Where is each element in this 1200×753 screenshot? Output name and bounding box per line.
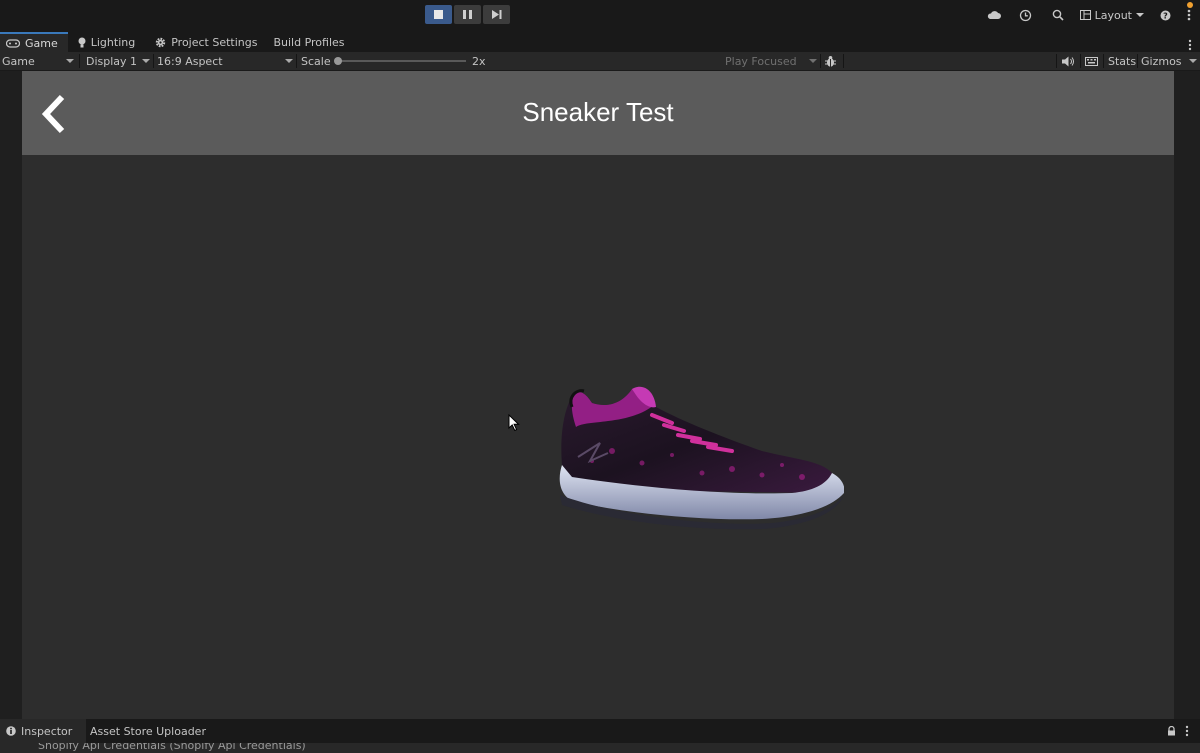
speaker-icon (1062, 56, 1074, 66)
cloud-button[interactable] (978, 5, 1010, 25)
layout-icon (1079, 10, 1091, 20)
tab-lighting-label: Lighting (90, 35, 136, 49)
mouse-cursor-icon (508, 414, 520, 432)
divider (1080, 54, 1081, 68)
divider (843, 54, 844, 68)
divider (1137, 54, 1138, 68)
stop-button[interactable] (425, 5, 452, 24)
search-icon (1052, 9, 1064, 21)
scale-value: 2x (472, 54, 486, 68)
lock-icon (1168, 726, 1175, 736)
tab-build-profiles[interactable]: Build Profiles (267, 32, 354, 52)
view-select-value: Game (2, 54, 35, 68)
divider (296, 54, 297, 68)
bulb-icon (78, 37, 86, 47)
stop-icon (434, 10, 443, 19)
tab-inspector[interactable]: Inspector (0, 719, 87, 743)
divider (820, 54, 821, 68)
divider (1056, 54, 1057, 68)
lock-button[interactable] (1167, 719, 1176, 743)
tab-build-profiles-label: Build Profiles (273, 35, 345, 49)
tab-inspector-label: Inspector (21, 724, 73, 738)
tab-project-settings-label: Project Settings (171, 35, 258, 49)
chevron-down-icon (809, 59, 817, 63)
tab-lighting[interactable]: Lighting (68, 32, 145, 52)
top-right-icons: Layout ? (978, 5, 1200, 25)
play-mode-select-value: Play Focused (725, 54, 797, 68)
chevron-down-icon (285, 59, 293, 63)
chevron-down-icon (66, 59, 74, 63)
tab-project-settings[interactable]: Project Settings (145, 32, 267, 52)
bottom-panel: Inspector Asset Store Uploader Shopify A… (0, 719, 1200, 753)
debug-button[interactable] (824, 52, 837, 70)
pause-button[interactable] (454, 5, 481, 24)
tab-asset-store-uploader-label: Asset Store Uploader (90, 724, 206, 738)
divider (1103, 54, 1104, 68)
chevron-down-icon (1189, 59, 1197, 63)
divider (79, 54, 80, 68)
layout-dropdown[interactable]: Layout (1079, 8, 1144, 22)
aspect-select[interactable]: 16:9 Aspect (157, 52, 293, 70)
display-select[interactable]: Display 1 (86, 52, 150, 70)
more-vertical-icon (1185, 725, 1189, 737)
layout-label: Layout (1094, 8, 1132, 22)
gizmos-dropdown[interactable]: Gizmos (1141, 52, 1197, 70)
tab-game-label: Game (25, 36, 58, 50)
inspector-object-title: Shopify Api Credentials (Shopify Api Cre… (38, 743, 306, 752)
chevron-down-icon (1136, 13, 1144, 17)
more-vertical-icon (1188, 39, 1192, 51)
tab-game[interactable]: Game (0, 32, 68, 52)
history-icon (1019, 9, 1032, 21)
history-button[interactable] (1010, 5, 1042, 25)
bug-icon (825, 55, 836, 67)
page-title: Sneaker Test (522, 97, 674, 127)
inspector-header: Shopify Api Credentials (Shopify Api Cre… (0, 743, 1200, 753)
top-toolbar: Layout ? (0, 0, 1200, 32)
app-header: Sneaker Test (22, 71, 1174, 155)
scale-slider-handle[interactable] (334, 57, 342, 65)
notification-dot (1187, 2, 1193, 8)
gizmos-label: Gizmos (1141, 54, 1182, 68)
view-select[interactable]: Game (2, 52, 76, 70)
game-view-toolbar: Game Display 1 16:9 Aspect Scale 2x Play… (0, 52, 1200, 71)
editor-tab-bar: Game Lighting Project Settings Build Pro… (0, 32, 1200, 52)
game-screen[interactable]: Sneaker Test (22, 71, 1174, 719)
stats-button[interactable]: Stats (1108, 52, 1136, 70)
pause-icon (463, 10, 472, 19)
step-icon (491, 10, 501, 19)
svg-text:?: ? (1163, 11, 1168, 20)
help-icon: ? (1160, 10, 1170, 20)
gear-icon (156, 37, 166, 47)
aspect-select-value: 16:9 Aspect (157, 54, 223, 68)
panel-options-button[interactable] (1185, 719, 1189, 743)
info-icon (6, 726, 16, 736)
tab-asset-store-uploader[interactable]: Asset Store Uploader (90, 719, 206, 743)
sneaker-model[interactable] (532, 381, 844, 537)
search-button[interactable] (1042, 5, 1074, 25)
chevron-down-icon (142, 59, 150, 63)
audio-mute-button[interactable] (1062, 52, 1075, 70)
step-button[interactable] (483, 5, 510, 24)
keyboard-icon (1085, 56, 1098, 66)
divider (153, 54, 154, 68)
display-select-value: Display 1 (86, 54, 138, 68)
play-mode-select[interactable]: Play Focused (725, 52, 817, 70)
play-controls (425, 5, 510, 24)
more-vertical-icon (1187, 9, 1191, 21)
cloud-icon (987, 11, 1001, 19)
main-menu-button[interactable] (1178, 5, 1200, 25)
gamepad-icon (6, 38, 20, 48)
scale-slider-track[interactable] (338, 60, 466, 62)
keyboard-shortcuts-button[interactable] (1085, 52, 1098, 70)
help-button[interactable]: ? (1152, 5, 1178, 25)
scale-label: Scale (301, 54, 331, 68)
